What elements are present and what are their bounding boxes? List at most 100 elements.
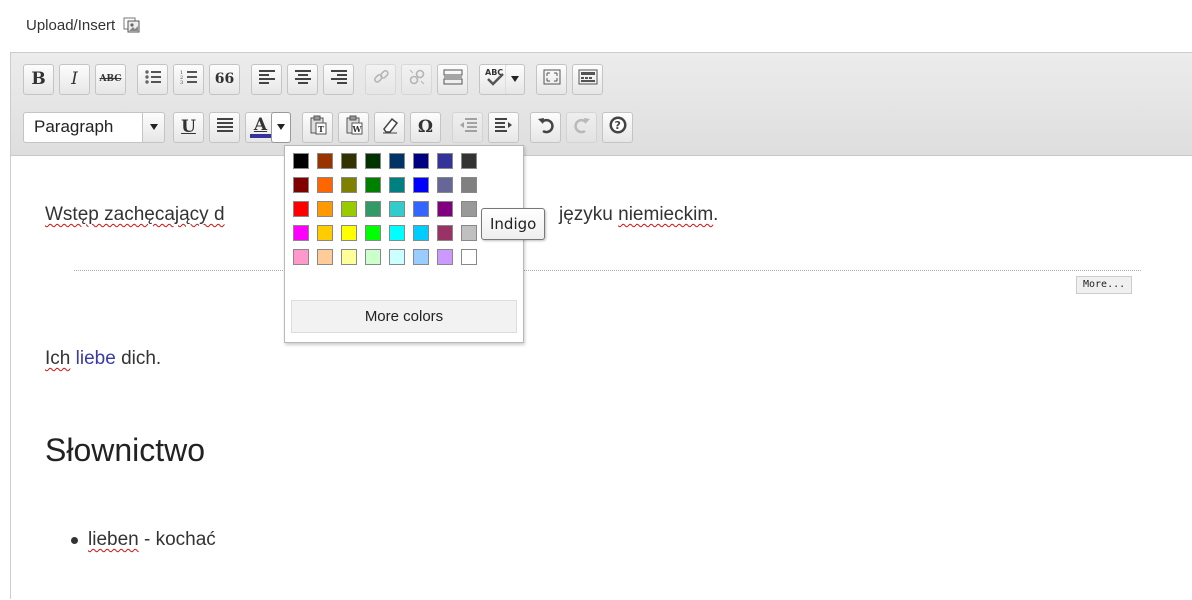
align-center-button[interactable] [287,63,318,95]
paragraph-ich-liebe-dich[interactable]: Ich liebe dich. [45,348,161,370]
color-swatch[interactable] [437,249,453,265]
color-swatch[interactable] [461,249,477,265]
align-left-button[interactable] [251,63,282,95]
color-swatch[interactable] [389,153,405,169]
align-right-icon [330,69,347,89]
color-swatch[interactable] [413,177,429,193]
color-swatch[interactable] [293,225,309,241]
help-icon: ? [608,115,628,140]
clear-formatting-button[interactable] [374,111,405,143]
color-swatch-grid [293,153,477,265]
help-button[interactable]: ? [602,111,633,143]
more-tag[interactable]: More... [1076,276,1133,294]
editor: B I ABC 123 66 ABC Paragraph U A T W Ω ?… [10,52,1192,599]
color-swatch[interactable] [461,225,477,241]
color-swatch[interactable] [293,249,309,265]
color-swatch[interactable] [365,225,381,241]
editor-content[interactable]: Wstęp zachęcający d języku niemieckim. M… [11,156,1192,600]
undo-button[interactable] [530,111,561,143]
color-swatch[interactable] [389,177,405,193]
svg-text:W: W [351,124,362,134]
color-swatch[interactable] [293,201,309,217]
format-select-arrow[interactable] [143,111,165,143]
indent-button[interactable] [488,111,519,143]
special-character-button[interactable]: Ω [410,111,441,143]
color-swatch[interactable] [413,201,429,217]
color-swatch[interactable] [293,153,309,169]
color-swatch[interactable] [389,201,405,217]
color-swatch[interactable] [437,201,453,217]
numbered-list-button[interactable]: 123 [173,63,204,95]
chevron-down-icon [149,124,158,130]
insert-link-button[interactable] [365,63,396,95]
unlink-icon [408,68,426,91]
insert-more-tag-button[interactable] [437,63,468,95]
color-swatch[interactable] [389,249,405,265]
outdent-button[interactable] [452,111,483,143]
link-icon [372,68,390,91]
spellcheck-language-dropdown[interactable] [505,63,525,95]
spellcheck-icon: ABC [484,67,506,92]
bold-button[interactable]: B [23,63,54,95]
color-swatch[interactable] [365,177,381,193]
strikethrough-label: ABC [99,74,122,84]
strikethrough-button[interactable]: ABC [95,63,126,95]
color-swatch[interactable] [413,225,429,241]
color-swatch[interactable] [461,201,477,217]
fullscreen-button[interactable] [536,63,567,95]
color-swatch[interactable] [437,177,453,193]
heading-slownictwo[interactable]: Słownictwo [45,432,205,469]
color-swatch[interactable] [413,249,429,265]
justify-button[interactable] [209,111,240,143]
color-swatch[interactable] [317,201,333,217]
paste-word-button[interactable]: W [338,111,369,143]
svg-text:T: T [318,124,324,134]
color-swatch[interactable] [341,153,357,169]
unlink-button[interactable] [401,63,432,95]
blockquote-label: 66 [214,71,235,87]
color-swatch[interactable] [365,249,381,265]
bullet-list-button[interactable] [137,63,168,95]
color-swatch[interactable] [461,177,477,193]
color-swatch[interactable] [461,153,477,169]
text-color-swatch [249,133,272,138]
color-swatch[interactable] [317,153,333,169]
word-liebe: liebe [75,348,116,369]
upload-insert-label[interactable]: Upload/Insert [26,17,115,34]
color-swatch[interactable] [389,225,405,241]
color-swatch[interactable] [341,177,357,193]
color-swatch[interactable] [341,225,357,241]
color-swatch[interactable] [317,225,333,241]
blockquote-button[interactable]: 66 [209,63,240,95]
intro-paragraph[interactable]: Wstęp zachęcający d języku niemieckim. [45,204,718,226]
color-swatch[interactable] [365,153,381,169]
omega-label: Ω [417,117,434,137]
kitchen-sink-button[interactable] [572,63,603,95]
fullscreen-icon [543,69,561,90]
italic-button[interactable]: I [59,63,90,95]
color-swatch[interactable] [437,153,453,169]
list-item-translation: - kochać [138,529,216,550]
color-swatch[interactable] [365,201,381,217]
color-swatch[interactable] [293,177,309,193]
color-swatch[interactable] [317,249,333,265]
list-item[interactable]: lieben - kochać [71,529,216,551]
paste-text-button[interactable]: T [302,111,333,143]
chevron-down-icon [511,76,519,82]
add-media-icon[interactable] [123,16,141,34]
align-right-button[interactable] [323,63,354,95]
keyboard-icon [578,69,598,90]
numbered-list-icon: 123 [180,69,198,90]
color-swatch[interactable] [413,153,429,169]
color-swatch[interactable] [341,249,357,265]
redo-button[interactable] [566,111,597,143]
text-color-dropdown[interactable] [271,111,291,143]
editor-toolbar: B I ABC 123 66 ABC Paragraph U A T W Ω ? [11,53,1192,156]
underline-button[interactable]: U [173,111,204,143]
svg-text:?: ? [614,119,620,132]
color-swatch[interactable] [437,225,453,241]
color-swatch[interactable] [341,201,357,217]
more-colors-button[interactable]: More colors [291,300,517,333]
color-swatch[interactable] [317,177,333,193]
format-select[interactable]: Paragraph [23,111,143,143]
